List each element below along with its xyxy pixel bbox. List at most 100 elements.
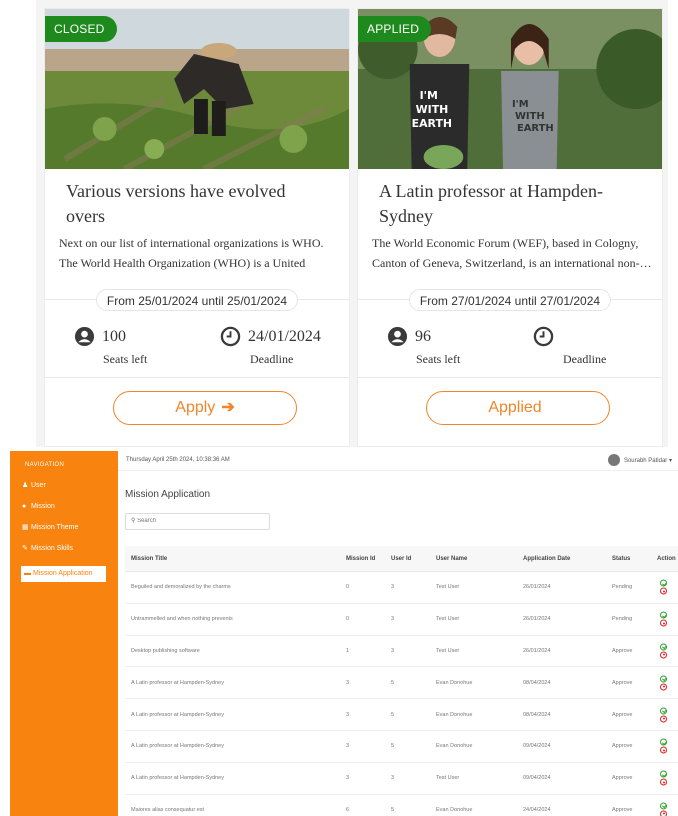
table-row: A Latin professor at Hampden-Sydney 3 5 Eva…	[125, 699, 678, 731]
mission-title[interactable]: Various versions have evolved overs	[66, 179, 328, 229]
sidebar-item-mission-skills[interactable]: ✎ Mission Skills	[22, 541, 73, 557]
approve-icon[interactable]	[660, 738, 667, 746]
reject-icon[interactable]	[660, 778, 667, 786]
row-actions	[660, 801, 668, 816]
table-cell: Pending	[612, 584, 633, 591]
row-actions	[660, 611, 668, 628]
column-header[interactable]: User Id	[391, 556, 411, 562]
svg-text:WITH: WITH	[515, 111, 545, 122]
theme-icon: ▦	[22, 524, 29, 531]
mission-icon: ●	[22, 503, 27, 510]
reject-icon[interactable]	[660, 746, 667, 754]
avatar	[607, 454, 620, 467]
table-cell: Desktop publishing software	[131, 647, 200, 654]
table-cell: Approve	[612, 647, 633, 654]
reject-icon[interactable]	[660, 619, 667, 627]
table-cell: 26/01/2024	[523, 616, 551, 623]
sidebar-item-mission-theme[interactable]: ▦ Mission Theme	[22, 520, 78, 536]
table-cell: Evan Donohue	[436, 711, 473, 718]
column-header[interactable]: Mission Title	[131, 556, 167, 562]
table-cell: 0	[346, 616, 350, 623]
table-cell: 09/04/2024	[523, 775, 551, 782]
column-header[interactable]: User Name	[436, 556, 467, 562]
mission-title[interactable]: A Latin professor at Hampden-Sydney	[379, 179, 641, 229]
seats-label: Seats left	[416, 352, 461, 366]
mission-cards-grid: CLOSED Various versions have evolved ove…	[36, 0, 668, 447]
reject-icon[interactable]	[660, 715, 667, 723]
table-cell: Approve	[612, 775, 633, 782]
mission-card[interactable]: CLOSED Various versions have evolved ove…	[44, 8, 350, 447]
table-cell: 3	[346, 711, 350, 718]
approve-icon[interactable]	[660, 675, 667, 683]
user-menu[interactable]: Sourabh Patidar ▾	[607, 454, 672, 468]
row-actions	[660, 642, 668, 659]
svg-text:WITH: WITH	[416, 103, 449, 116]
approve-icon[interactable]	[660, 770, 667, 778]
table-header: Mission Title Mission Id User Id User Na…	[125, 546, 678, 572]
reject-icon[interactable]	[660, 587, 667, 595]
table-row: Untrammelled and when nothing prevents 0 3…	[125, 604, 678, 636]
page-title: Mission Application	[125, 489, 211, 500]
table-cell: 3	[391, 775, 395, 782]
table-cell: A Latin professor at Hampden-Sydney	[131, 743, 224, 750]
svg-text:EARTH: EARTH	[412, 117, 452, 130]
table-cell: 08/04/2024	[523, 711, 551, 718]
reject-icon[interactable]	[660, 810, 667, 816]
row-actions	[660, 579, 668, 596]
table-cell: 3	[346, 679, 350, 686]
applications-table: Mission Title Mission Id User Id User Na…	[125, 546, 678, 816]
table-cell: 3	[391, 647, 395, 654]
reject-icon[interactable]	[660, 683, 667, 691]
user-circle-icon	[387, 326, 408, 347]
table-cell: 3	[391, 584, 395, 591]
table-cell: A Latin professor at Hampden-Sydney	[131, 775, 224, 782]
column-header[interactable]: Application Date	[523, 556, 570, 562]
approve-icon[interactable]	[660, 802, 667, 810]
chevron-down-icon: ▾	[668, 458, 672, 464]
approve-icon[interactable]	[660, 643, 667, 651]
table-cell: Approve	[612, 806, 633, 813]
sidebar: NAVIGATION ♟ User ● Mission ▦ Mission Theme…	[10, 451, 118, 816]
column-header[interactable]: Status	[612, 556, 630, 562]
svg-text:I'M: I'M	[512, 99, 529, 110]
user-icon: ♟	[22, 482, 29, 489]
table-row: A Latin professor at Hampden-Sydney 3 3 Tes…	[125, 763, 678, 795]
wrench-icon: ✎	[22, 545, 28, 552]
column-header[interactable]: Mission Id	[346, 556, 375, 562]
user-name: Sourabh Patidar	[623, 458, 668, 464]
sidebar-item-label: Mission Theme	[31, 524, 79, 531]
sidebar-item-mission-application[interactable]: ▬ Mission Application	[21, 566, 106, 582]
approve-icon[interactable]	[660, 611, 667, 619]
approve-icon[interactable]	[660, 579, 667, 587]
table-cell: 08/04/2024	[523, 679, 551, 686]
table-cell: 09/04/2024	[523, 743, 551, 750]
row-actions	[660, 770, 668, 787]
table-cell: A Latin professor at Hampden-Sydney	[131, 711, 224, 718]
table-cell: 1	[346, 647, 350, 654]
mission-description: The World Economic Forum (WEF), based in…	[372, 236, 652, 270]
row-actions	[660, 706, 668, 723]
date-range-pill: From 25/01/2024 until 25/01/2024	[95, 289, 299, 311]
search-input[interactable]	[137, 518, 258, 524]
search-box[interactable]: ⚲	[125, 513, 270, 530]
svg-text:I'M: I'M	[420, 89, 438, 102]
sidebar-item-label: Mission	[31, 503, 55, 510]
table-cell: 5	[391, 743, 395, 750]
applied-button[interactable]: Applied	[426, 391, 610, 425]
sidebar-item-user[interactable]: ♟ User	[22, 478, 46, 494]
table-cell: Evan Donohue	[436, 806, 473, 813]
apply-button[interactable]: Apply ➔	[113, 391, 297, 425]
reject-icon[interactable]	[660, 651, 667, 659]
table-cell: Approve	[612, 743, 633, 750]
approve-icon[interactable]	[660, 707, 667, 715]
seats-count: 100	[102, 328, 126, 345]
mission-card[interactable]: I'M WITH EARTH I'M WITH EARTH APPLIED A …	[357, 8, 663, 447]
table-cell: Approve	[612, 711, 633, 718]
table-cell: 6	[346, 806, 350, 813]
sidebar-item-mission[interactable]: ● Mission	[22, 499, 55, 515]
table-cell: Approve	[612, 679, 633, 686]
sidebar-item-label: Mission Application	[33, 570, 93, 577]
seats-count: 96	[415, 328, 431, 345]
table-row: Maiores alias consequatur est 6 5 Evan Dono…	[125, 795, 678, 816]
table-cell: 0	[346, 584, 350, 591]
